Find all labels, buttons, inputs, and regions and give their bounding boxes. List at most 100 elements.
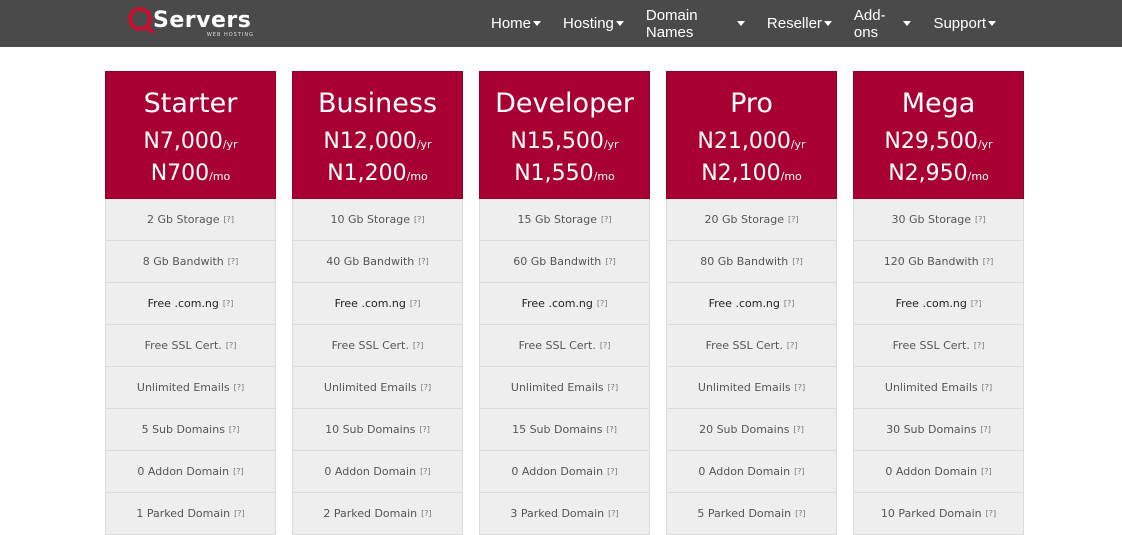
help-tooltip-icon[interactable]: [?] xyxy=(784,299,795,308)
help-tooltip-icon[interactable]: [?] xyxy=(421,383,432,392)
help-tooltip-icon[interactable]: [?] xyxy=(795,383,806,392)
help-tooltip-icon[interactable]: [?] xyxy=(986,509,997,518)
feature-row-subdomains: 15 Sub Domains [?] xyxy=(479,409,650,451)
help-tooltip-icon[interactable]: [?] xyxy=(229,425,240,434)
help-tooltip-icon[interactable]: [?] xyxy=(420,467,431,476)
help-tooltip-icon[interactable]: [?] xyxy=(224,215,235,224)
help-tooltip-icon[interactable]: [?] xyxy=(605,257,616,266)
help-tooltip-icon[interactable]: [?] xyxy=(608,383,619,392)
help-tooltip-icon[interactable]: [?] xyxy=(419,425,430,434)
help-tooltip-icon[interactable]: [?] xyxy=(410,299,421,308)
feature-row-domain: Free .com.ng [?] xyxy=(479,283,650,325)
yearly-unit: /yr xyxy=(416,138,432,151)
nav-label-support: Support xyxy=(933,15,986,32)
monthly-unit: /mo xyxy=(967,170,989,183)
help-tooltip-icon[interactable]: [?] xyxy=(418,257,429,266)
feature-row-parked: 10 Parked Domain [?] xyxy=(853,493,1024,535)
help-tooltip-icon[interactable]: [?] xyxy=(606,425,617,434)
nav-label-home: Home xyxy=(491,15,532,32)
help-tooltip-icon[interactable]: [?] xyxy=(975,215,986,224)
feature-row-bandwidth: 40 Gb Bandwith [?] xyxy=(292,241,463,283)
feature-row-emails: Unlimited Emails [?] xyxy=(666,367,837,409)
help-tooltip-icon[interactable]: [?] xyxy=(421,509,432,518)
plan-card-developer[interactable]: Developer N15,500/yr N1,550/mo 15 Gb Storag… xyxy=(479,71,650,535)
chevron-down-icon xyxy=(988,21,996,26)
help-tooltip-icon[interactable]: [?] xyxy=(608,509,619,518)
nav-item-home[interactable]: Home xyxy=(480,0,552,47)
plan-card-starter[interactable]: Starter N7,000/yr N700/mo 2 Gb Storage [?] 8 … xyxy=(105,71,276,535)
help-tooltip-icon[interactable]: [?] xyxy=(233,467,244,476)
help-tooltip-icon[interactable]: [?] xyxy=(414,215,425,224)
nav-item-hosting[interactable]: Hosting xyxy=(552,0,635,47)
yearly-price: N15,500/yr xyxy=(480,127,649,159)
feature-row-domain: Free .com.ng [?] xyxy=(292,283,463,325)
feature-row-storage: 2 Gb Storage [?] xyxy=(105,199,276,241)
nav-label-reseller: Reseller xyxy=(766,15,822,32)
feature-label: 80 Gb Bandwith xyxy=(700,255,789,268)
feature-row-storage: 30 Gb Storage [?] xyxy=(853,199,1024,241)
feature-row-subdomains: 10 Sub Domains [?] xyxy=(292,409,463,451)
plan-header: Starter N7,000/yr N700/mo xyxy=(105,71,276,199)
help-tooltip-icon[interactable]: [?] xyxy=(981,467,992,476)
yearly-price-value: N15,500 xyxy=(510,129,604,154)
help-tooltip-icon[interactable]: [?] xyxy=(597,299,608,308)
plan-name: Starter xyxy=(143,88,238,119)
help-tooltip-icon[interactable]: [?] xyxy=(788,215,799,224)
chevron-down-icon xyxy=(823,21,832,26)
plan-card-business[interactable]: Business N12,000/yr N1,200/mo 10 Gb Storage… xyxy=(292,71,463,535)
help-tooltip-icon[interactable]: [?] xyxy=(974,341,985,350)
main-nav: Home Hosting Domain Names Reseller Add-o… xyxy=(480,0,1007,47)
yearly-price-value: N29,500 xyxy=(884,129,978,154)
feature-row-parked: 3 Parked Domain [?] xyxy=(479,493,650,535)
feature-label: Free .com.ng xyxy=(895,297,967,310)
help-tooltip-icon[interactable]: [?] xyxy=(607,467,618,476)
feature-row-parked: 5 Parked Domain [?] xyxy=(666,493,837,535)
qservers-logo[interactable]: Servers WEB HOSTING xyxy=(128,6,258,40)
feature-label: Unlimited Emails xyxy=(136,381,230,394)
plan-card-pro[interactable]: Pro N21,000/yr N2,100/mo 20 Gb Storage [?] 80… xyxy=(666,71,837,535)
feature-row-emails: Unlimited Emails [?] xyxy=(292,367,463,409)
monthly-price-value: N700 xyxy=(150,161,210,186)
help-tooltip-icon[interactable]: [?] xyxy=(234,509,245,518)
yearly-price: N7,000/yr xyxy=(106,127,275,159)
help-tooltip-icon[interactable]: [?] xyxy=(234,383,245,392)
help-tooltip-icon[interactable]: [?] xyxy=(223,299,234,308)
feature-label: 0 Addon Domain xyxy=(137,465,230,478)
feature-row-bandwidth: 120 Gb Bandwith [?] xyxy=(853,241,1024,283)
feature-row-subdomains: 5 Sub Domains [?] xyxy=(105,409,276,451)
help-tooltip-icon[interactable]: [?] xyxy=(226,341,237,350)
feature-label: Free .com.ng xyxy=(334,297,406,310)
feature-row-ssl: Free SSL Cert. [?] xyxy=(479,325,650,367)
chevron-down-icon xyxy=(533,21,542,26)
feature-label: 20 Gb Storage xyxy=(704,213,785,226)
help-tooltip-icon[interactable]: [?] xyxy=(794,467,805,476)
help-tooltip-icon[interactable]: [?] xyxy=(980,425,991,434)
help-tooltip-icon[interactable]: [?] xyxy=(795,509,806,518)
nav-item-reseller[interactable]: Reseller xyxy=(756,0,843,47)
monthly-price: N2,100/mo xyxy=(667,159,836,191)
plan-name: Developer xyxy=(495,88,634,119)
nav-item-domain-names[interactable]: Domain Names xyxy=(635,0,756,47)
nav-label-add-ons: Add-ons xyxy=(853,6,886,41)
help-tooltip-icon[interactable]: [?] xyxy=(600,341,611,350)
help-tooltip-icon[interactable]: [?] xyxy=(793,425,804,434)
feature-label: Unlimited Emails xyxy=(323,381,417,394)
help-tooltip-icon[interactable]: [?] xyxy=(983,257,994,266)
monthly-unit: /mo xyxy=(780,170,802,183)
feature-label: Unlimited Emails xyxy=(697,381,791,394)
help-tooltip-icon[interactable]: [?] xyxy=(601,215,612,224)
help-tooltip-icon[interactable]: [?] xyxy=(792,257,803,266)
help-tooltip-icon[interactable]: [?] xyxy=(228,257,239,266)
feature-row-storage: 10 Gb Storage [?] xyxy=(292,199,463,241)
nav-item-support[interactable]: Support xyxy=(922,0,1007,47)
plan-header: Business N12,000/yr N1,200/mo xyxy=(292,71,463,199)
help-tooltip-icon[interactable]: [?] xyxy=(787,341,798,350)
help-tooltip-icon[interactable]: [?] xyxy=(971,299,982,308)
yearly-price: N12,000/yr xyxy=(293,127,462,159)
help-tooltip-icon[interactable]: [?] xyxy=(413,341,424,350)
plan-card-mega[interactable]: Mega N29,500/yr N2,950/mo 30 Gb Storage [?] 1… xyxy=(853,71,1024,535)
nav-item-add-ons[interactable]: Add-ons xyxy=(843,0,923,47)
help-tooltip-icon[interactable]: [?] xyxy=(982,383,993,392)
feature-label: Free SSL Cert. xyxy=(892,339,970,352)
feature-label: 20 Sub Domains xyxy=(699,423,790,436)
